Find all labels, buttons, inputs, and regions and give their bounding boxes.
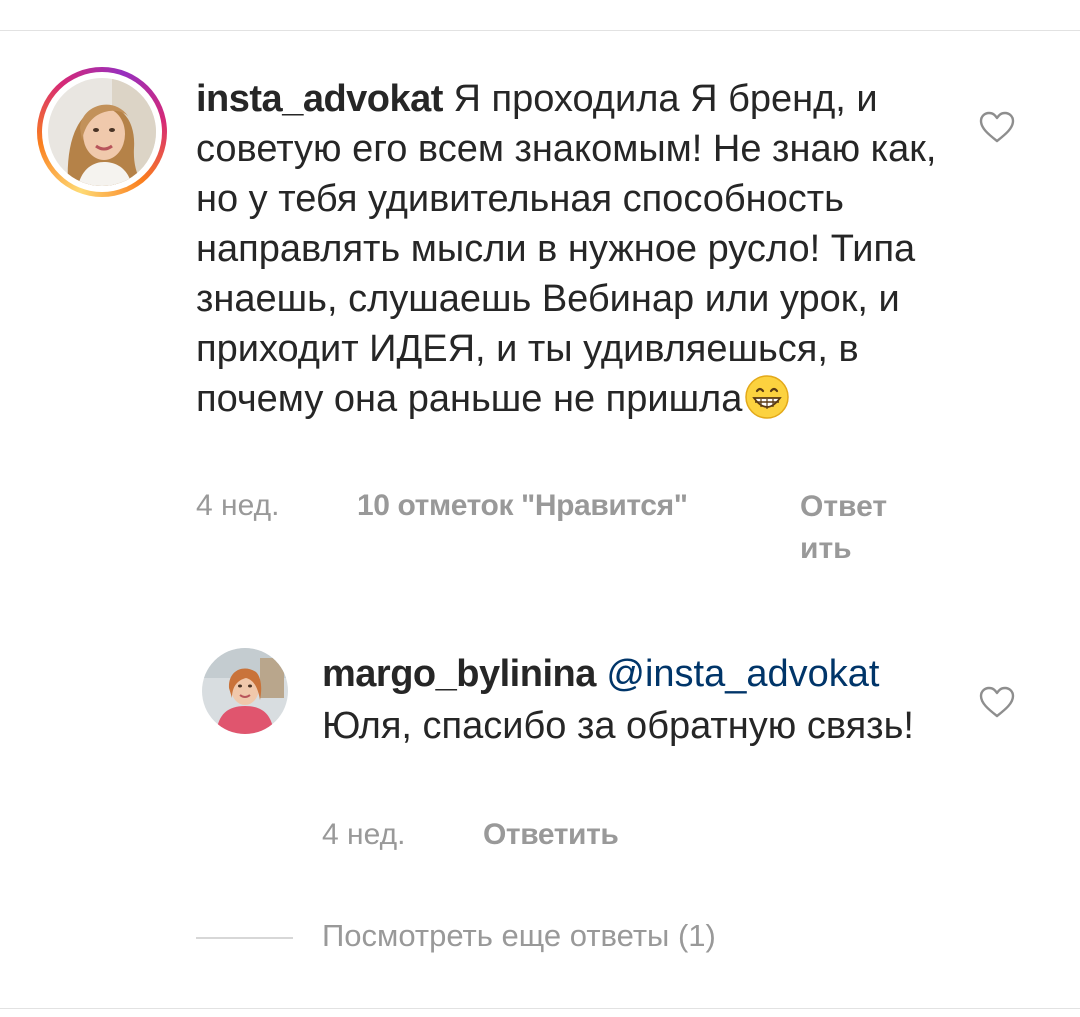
likes-count-button[interactable]: 10 отметок "Нравится"	[357, 489, 688, 523]
grinning-face-icon	[745, 375, 790, 419]
avatar[interactable]	[202, 648, 288, 734]
view-more-line	[196, 937, 293, 939]
comment-username[interactable]: insta_advokat	[196, 78, 443, 120]
reply-text: Юля, спасибо за обратную связь!	[322, 705, 914, 747]
reply-username[interactable]: margo_bylinina	[322, 653, 596, 695]
avatar	[48, 78, 156, 186]
mention-link[interactable]: @insta_advokat	[606, 653, 879, 695]
comment-text: Я проходила Я бренд, и советую его всем …	[196, 78, 937, 420]
avatar-story-ring[interactable]	[37, 67, 167, 197]
reply-button[interactable]: Ответить	[800, 486, 890, 570]
comment-body: insta_advokat Я проходила Я бренд, и сов…	[196, 74, 956, 424]
reply-button[interactable]: Ответить	[483, 818, 619, 852]
heart-outline-icon[interactable]	[978, 685, 1016, 719]
comment-time: 4 нед.	[196, 489, 280, 522]
view-more-replies-button[interactable]: Посмотреть еще ответы (1)	[322, 918, 716, 954]
heart-outline-icon[interactable]	[978, 110, 1016, 144]
reply-time: 4 нед.	[322, 818, 406, 851]
reply-body: margo_bylinina @insta_advokat Юля, спаси…	[322, 648, 942, 752]
top-divider	[0, 30, 1080, 31]
bottom-divider	[0, 1008, 1080, 1009]
